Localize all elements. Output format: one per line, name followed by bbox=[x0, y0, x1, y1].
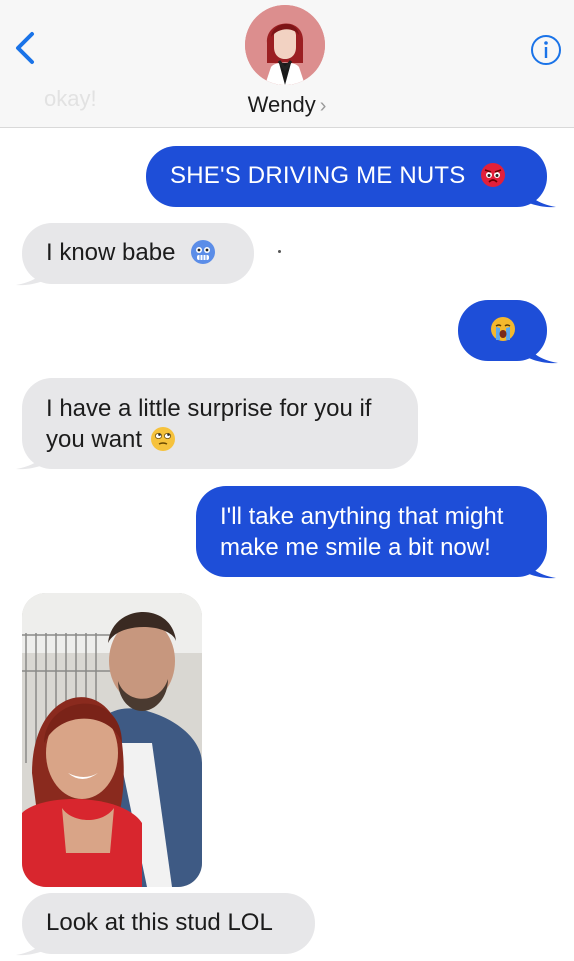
message-outgoing-3[interactable]: I'll take anything that might make me sm… bbox=[196, 486, 547, 577]
back-button[interactable] bbox=[10, 28, 42, 68]
contact-name: Wendy bbox=[247, 92, 316, 117]
message-incoming-1[interactable]: I know babe bbox=[22, 223, 254, 284]
message-outgoing-1[interactable]: SHE'S DRIVING ME NUTS bbox=[146, 146, 547, 207]
message-outgoing-2[interactable] bbox=[458, 300, 547, 361]
message-incoming-2[interactable]: I have a little surprise for you if you … bbox=[22, 378, 418, 469]
angry-face-emoji bbox=[481, 163, 506, 187]
message-text-line-2-wrap: you want bbox=[46, 424, 394, 455]
message-text-line-2: make me smile a bit now! bbox=[220, 534, 491, 561]
chevron-right-icon: › bbox=[319, 95, 327, 117]
chevron-left-icon bbox=[16, 32, 34, 64]
message-text-line-2: you want bbox=[46, 426, 143, 453]
contact-avatar[interactable] bbox=[245, 5, 325, 85]
stray-dot bbox=[278, 250, 281, 253]
info-button[interactable] bbox=[530, 34, 562, 66]
message-text: Look at this stud LOL bbox=[46, 909, 273, 936]
info-circle-icon bbox=[531, 35, 561, 65]
message-text: SHE'S DRIVING ME NUTS bbox=[170, 162, 466, 189]
eye-roll-face-emoji bbox=[151, 427, 176, 451]
conversation-header: okay! Wendy › bbox=[0, 0, 574, 128]
photo-attachment[interactable] bbox=[22, 593, 202, 887]
crying-face-emoji bbox=[490, 317, 515, 341]
selfie-photo bbox=[22, 593, 202, 887]
avatar-illustration bbox=[245, 5, 325, 85]
message-text: I know babe bbox=[46, 239, 176, 266]
contact-name-button[interactable]: Wendy › bbox=[0, 92, 574, 118]
cold-face-emoji bbox=[191, 240, 216, 264]
message-incoming-3[interactable]: Look at this stud LOL bbox=[22, 893, 315, 954]
message-text-line-1: I have a little surprise for you if bbox=[46, 395, 372, 422]
message-text-line-1: I'll take anything that might bbox=[220, 503, 504, 530]
